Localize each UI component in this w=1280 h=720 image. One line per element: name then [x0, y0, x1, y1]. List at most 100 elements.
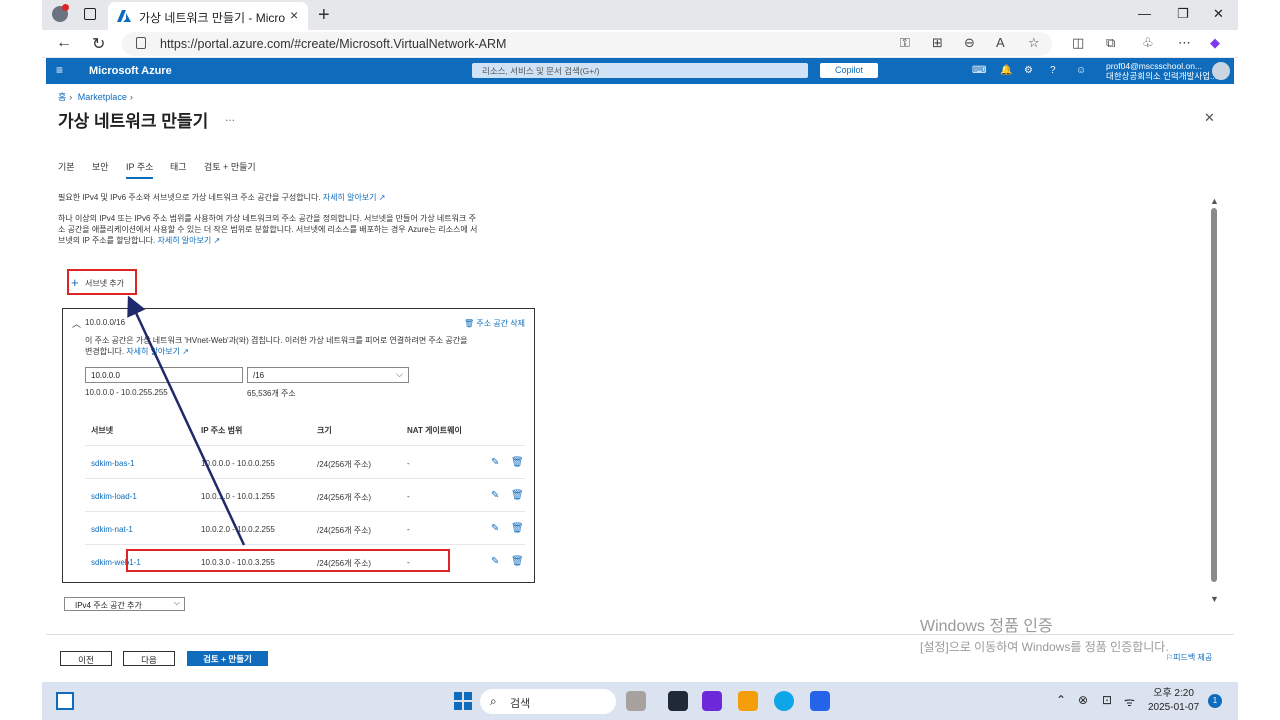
- teams-icon[interactable]: [702, 691, 722, 711]
- azure-logo-icon: [117, 10, 131, 22]
- scroll-down-icon[interactable]: ▼: [1210, 594, 1219, 604]
- window-close-icon[interactable]: ✕: [1213, 6, 1224, 22]
- add-subnet-button[interactable]: + 서브넷 추가: [67, 269, 137, 295]
- breadcrumb: 홈 › Marketplace ›: [58, 92, 133, 102]
- collections-icon[interactable]: ⧉: [1106, 35, 1115, 51]
- store-icon[interactable]: [810, 691, 830, 711]
- widgets-icon[interactable]: [56, 692, 74, 710]
- apps-icon[interactable]: ⊞: [932, 35, 943, 51]
- tab-tags[interactable]: 태그: [170, 160, 187, 173]
- copilot-icon[interactable]: ◆: [1210, 35, 1220, 51]
- add-ipv4-space-button[interactable]: IPv4 주소 공간 추가 ⌵: [64, 597, 185, 611]
- weather-icon[interactable]: [626, 691, 646, 711]
- feedback-link[interactable]: ⚐피드백 제공: [1166, 652, 1212, 663]
- minimize-icon[interactable]: —: [1138, 6, 1151, 21]
- tab-ip-addresses[interactable]: IP 주소: [126, 160, 154, 179]
- azure-brand[interactable]: Microsoft Azure: [89, 65, 172, 77]
- intro-para-line3: 브넷의 IP 주소를 할당합니다.: [58, 236, 156, 245]
- tab-actions-icon[interactable]: [84, 8, 96, 20]
- next-button[interactable]: 다음: [123, 651, 175, 666]
- menu-icon[interactable]: ≡: [56, 63, 63, 77]
- scroll-up-icon[interactable]: ▲: [1210, 196, 1219, 206]
- subnet-name-link[interactable]: sdkim-nat-1: [91, 525, 133, 534]
- breadcrumb-marketplace[interactable]: Marketplace: [78, 92, 127, 102]
- intro-line: 필요한 IPv4 및 IPv6 주소와 서브넷으로 가상 네트워크 주소 공간을…: [58, 192, 385, 203]
- close-blade-icon[interactable]: ✕: [1204, 110, 1215, 126]
- file-explorer-icon[interactable]: [738, 691, 758, 711]
- task-view-icon[interactable]: [668, 691, 688, 711]
- more-icon[interactable]: ⋯: [1178, 35, 1191, 51]
- subnet-nat: -: [407, 525, 410, 534]
- edit-icon[interactable]: ✎: [491, 457, 499, 468]
- status-icon[interactable]: ⊗: [1078, 693, 1088, 707]
- new-tab-icon[interactable]: +: [318, 4, 330, 27]
- taskbar-search[interactable]: ⌕ 검색: [480, 689, 616, 714]
- lock-icon: [136, 37, 146, 49]
- copilot-label: Copilot: [834, 65, 863, 75]
- url-field[interactable]: https://portal.azure.com/#create/Microso…: [122, 32, 1052, 56]
- close-tab-icon[interactable]: ×: [290, 7, 298, 23]
- address-space-panel: ︿ 10.0.0.0/16 🗑 주소 공간 삭제 이 주소 공간은 가상 네트워…: [62, 308, 535, 583]
- start-icon[interactable]: [454, 692, 472, 710]
- tab-title: 가상 네트워크 만들기 - Microsoft: [139, 11, 285, 25]
- azure-search-input[interactable]: 리소스, 서비스 및 문서 검색(G+/): [472, 63, 808, 78]
- edge-icon[interactable]: [774, 691, 794, 711]
- clock-date: 2025-01-07: [1148, 702, 1200, 713]
- help-icon[interactable]: ?: [1050, 65, 1056, 76]
- address-count-hint: 65,536개 주소: [247, 389, 296, 398]
- delete-icon[interactable]: 🗑: [511, 556, 524, 567]
- tab-review-create[interactable]: 검토 + 만들기: [204, 160, 256, 173]
- zoom-icon[interactable]: ⊖: [964, 35, 975, 51]
- split-screen-icon[interactable]: ◫: [1072, 35, 1084, 51]
- learn-more-link-2[interactable]: 자세히 알아보기: [158, 236, 212, 245]
- show-hidden-icons[interactable]: ⌃: [1056, 693, 1066, 707]
- screen: 가상 네트워크 만들기 - Microsoft × + — ❐ ✕ ← ↻ ht…: [42, 0, 1238, 720]
- scroll-thumb[interactable]: [1211, 208, 1217, 582]
- avatar[interactable]: [1212, 62, 1230, 80]
- cloud-shell-icon[interactable]: ⌨: [972, 65, 986, 76]
- notifications-icon[interactable]: 🔔: [1000, 65, 1012, 76]
- user-org: 대한상공회의소 인력개발사업...: [1106, 71, 1218, 81]
- tab-security[interactable]: 보안: [92, 160, 109, 173]
- edit-icon[interactable]: ✎: [491, 556, 499, 567]
- breadcrumb-home[interactable]: 홈: [58, 92, 66, 102]
- delete-icon[interactable]: 🗑: [511, 490, 524, 501]
- learn-more-link[interactable]: 자세히 알아보기: [323, 193, 377, 202]
- notification-badge[interactable]: 1: [1208, 694, 1222, 708]
- warning-learn-more-link[interactable]: 자세히 알아보기: [126, 347, 180, 356]
- edit-icon[interactable]: ✎: [491, 523, 499, 534]
- edit-icon[interactable]: ✎: [491, 490, 499, 501]
- network-icon[interactable]: ⊡: [1102, 693, 1112, 707]
- browser-tab[interactable]: 가상 네트워크 만들기 - Microsoft ×: [108, 2, 308, 30]
- search-icon: ⌕: [490, 694, 497, 708]
- key-icon[interactable]: ⚿: [900, 35, 910, 51]
- restore-icon[interactable]: ❐: [1177, 6, 1189, 22]
- review-create-button[interactable]: 검토 + 만들기: [187, 651, 268, 666]
- delete-icon[interactable]: 🗑: [511, 457, 524, 468]
- previous-button[interactable]: 이전: [60, 651, 112, 666]
- delete-address-space-label: 주소 공간 삭제: [476, 319, 525, 328]
- account-info[interactable]: prof04@mscsschool.on... 대한상공회의소 인력개발사업..…: [1106, 61, 1217, 81]
- copilot-button[interactable]: Copilot: [820, 63, 878, 78]
- collapse-chevron-icon[interactable]: ︿: [72, 317, 81, 330]
- external-link-icon: ↗: [378, 193, 386, 202]
- favorite-icon[interactable]: ☆: [1028, 35, 1040, 51]
- more-options-button[interactable]: ...: [225, 110, 235, 124]
- extensions-icon[interactable]: ♧: [1142, 35, 1154, 51]
- scrollbar[interactable]: ▲ ▼: [1208, 196, 1220, 606]
- subnet-name-link[interactable]: sdkim-bas-1: [91, 459, 135, 468]
- back-icon[interactable]: ←: [56, 34, 72, 52]
- read-aloud-icon[interactable]: A: [996, 35, 1005, 50]
- tab-basics[interactable]: 기본: [58, 160, 75, 173]
- delete-address-space-button[interactable]: 🗑 주소 공간 삭제: [464, 318, 525, 329]
- subnet-name-link[interactable]: sdkim-load-1: [91, 492, 137, 501]
- feedback-icon[interactable]: ☺: [1076, 65, 1086, 76]
- clock[interactable]: 오후 2:20 2025-01-07: [1148, 687, 1199, 715]
- prefix-dropdown[interactable]: /16 ⌵: [247, 367, 409, 383]
- ip-address-input[interactable]: 10.0.0.0: [85, 367, 243, 383]
- refresh-icon[interactable]: ↻: [92, 34, 105, 54]
- settings-icon[interactable]: ⚙: [1024, 65, 1033, 76]
- delete-icon[interactable]: 🗑: [511, 523, 524, 534]
- volume-icon[interactable]: ᯤ: [1124, 693, 1135, 710]
- clock-time: 오후 2:20: [1153, 688, 1194, 699]
